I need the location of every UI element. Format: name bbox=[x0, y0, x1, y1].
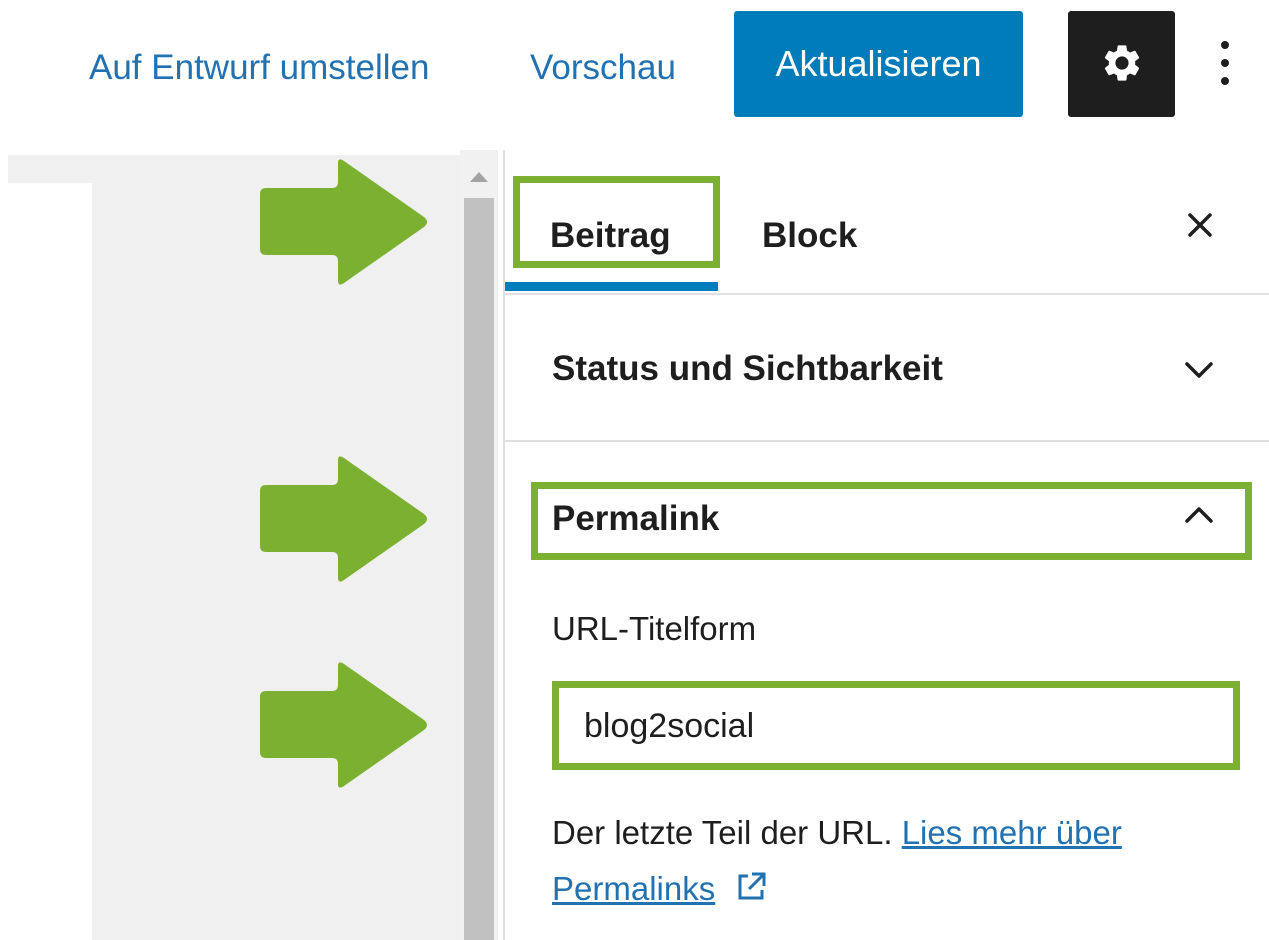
settings-sidebar: Beitrag Block Status und Sichtbarkeit Pe… bbox=[505, 150, 1269, 940]
section-status-visibility-toggle[interactable]: Status und Sichtbarkeit bbox=[552, 344, 943, 394]
chevron-down-icon[interactable] bbox=[1179, 350, 1219, 390]
options-button[interactable] bbox=[1200, 20, 1250, 110]
annotation-arrow-icon bbox=[260, 159, 427, 285]
close-icon bbox=[1188, 213, 1212, 237]
external-link-icon bbox=[738, 872, 766, 900]
slug-label: URL-Titelform bbox=[552, 610, 757, 647]
annotation-arrow-icon bbox=[260, 662, 427, 788]
active-tab-indicator bbox=[505, 282, 718, 291]
preview-button[interactable]: Vorschau bbox=[530, 40, 676, 96]
scroll-up-arrow-icon[interactable] bbox=[468, 170, 490, 184]
divider bbox=[505, 293, 1269, 295]
editor-toolbar: Auf Entwurf umstellen Vorschau Aktualisi… bbox=[0, 0, 1269, 150]
close-sidebar-button[interactable] bbox=[1175, 200, 1225, 250]
settings-button[interactable] bbox=[1068, 11, 1175, 117]
tab-post[interactable]: Beitrag bbox=[550, 212, 671, 260]
help-text: Der letzte Teil der URL. bbox=[552, 814, 893, 851]
permalink-help-text: Der letzte Teil der URL. Lies mehr über … bbox=[552, 805, 1232, 917]
gear-icon bbox=[1100, 41, 1144, 88]
tab-block[interactable]: Block bbox=[762, 212, 857, 260]
scrollbar-thumb[interactable] bbox=[464, 198, 494, 940]
slug-input[interactable] bbox=[556, 685, 1236, 767]
switch-to-draft-button[interactable]: Auf Entwurf umstellen bbox=[89, 40, 429, 96]
divider bbox=[505, 440, 1269, 442]
update-button[interactable]: Aktualisieren bbox=[734, 11, 1023, 117]
vertical-ellipsis-icon bbox=[1219, 38, 1231, 93]
section-permalink-toggle[interactable]: Permalink bbox=[552, 494, 719, 544]
chevron-up-icon[interactable] bbox=[1179, 495, 1219, 535]
annotation-arrow-icon bbox=[260, 456, 427, 582]
